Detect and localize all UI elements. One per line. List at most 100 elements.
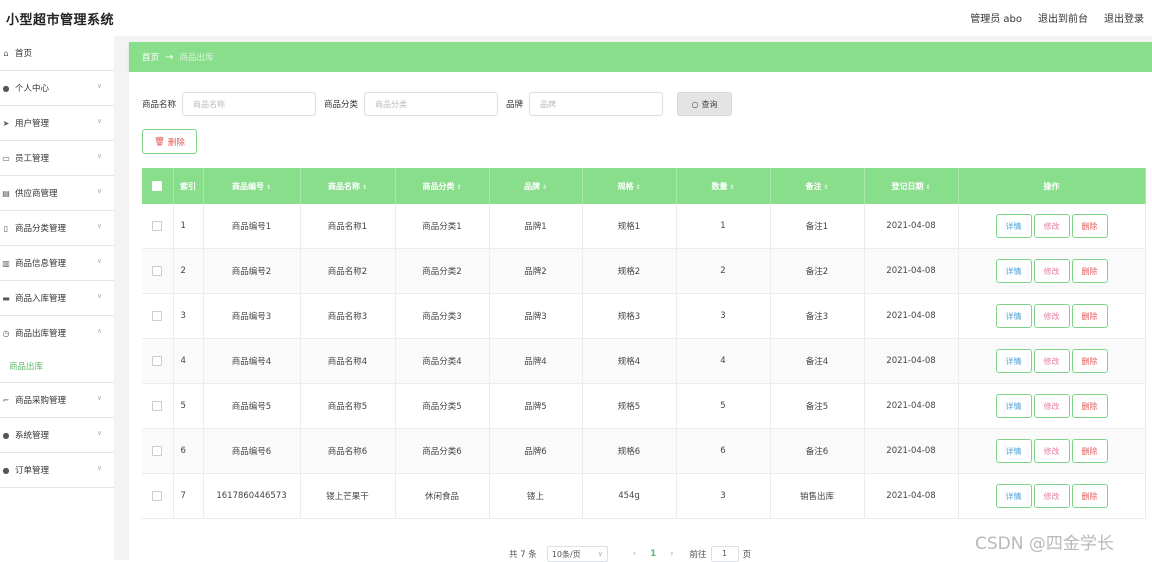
edit-button[interactable]: 修改	[1033, 304, 1070, 328]
search-button[interactable]: ○ 查询	[677, 92, 733, 116]
row-checkbox[interactable]	[152, 310, 163, 321]
row-checkbox[interactable]	[152, 355, 163, 366]
detail-button[interactable]: 详情	[995, 439, 1032, 463]
sidebar-item-suppliers[interactable]: ▤ 供应商管理 ∨	[0, 176, 114, 211]
sidebar-item-label: 系统管理	[15, 431, 50, 441]
row-select-cell[interactable]	[142, 248, 174, 294]
sort-icon[interactable]: ⇕	[266, 184, 271, 191]
sidebar-item-label: 员工管理	[15, 154, 50, 164]
column-header[interactable]: 商品名称 ⇕	[300, 168, 396, 204]
sidebar-item-profile[interactable]: ● 个人中心 ∨	[0, 71, 114, 106]
table-cell: 商品分类5	[395, 383, 490, 429]
suitcase-icon: ▤	[2, 188, 10, 198]
sort-icon[interactable]: ⇕	[925, 184, 930, 191]
sidebar-item-product-info[interactable]: ▥ 商品信息管理 ∨	[0, 246, 114, 281]
table-cell: 商品编号5	[203, 383, 301, 429]
column-header[interactable]: 品牌 ⇕	[489, 168, 583, 204]
row-select-cell[interactable]	[142, 428, 174, 474]
edit-button[interactable]: 修改	[1033, 259, 1070, 283]
row-select-cell[interactable]	[142, 338, 174, 384]
prev-page-button[interactable]: ‹	[633, 549, 636, 559]
sidebar-item-stock-out[interactable]: ◷ 商品出库管理 ∧	[0, 316, 114, 350]
category-input[interactable]	[373, 98, 490, 110]
back-to-front-link[interactable]: 退出到前台	[1038, 10, 1088, 25]
delete-button[interactable]: 删除	[1071, 214, 1108, 238]
edit-button[interactable]: 修改	[1033, 394, 1070, 418]
sidebar-item-categories[interactable]: ▯ 商品分类管理 ∨	[0, 211, 114, 246]
sidebar-item-users[interactable]: ➤ 用户管理 ∨	[0, 106, 114, 141]
row-actions: 详情 修改 删除	[958, 383, 1146, 429]
row-actions: 详情 修改 删除	[958, 293, 1146, 339]
bulk-delete-button[interactable]: 🗑 删除	[142, 129, 197, 154]
table-cell: 3	[173, 293, 204, 339]
row-select-cell[interactable]	[142, 473, 174, 519]
sidebar-subitem-stock-out[interactable]: 商品出库	[0, 350, 114, 383]
column-header[interactable]: 规格 ⇕	[582, 168, 677, 204]
detail-button[interactable]: 详情	[995, 304, 1032, 328]
edit-button[interactable]: 修改	[1033, 214, 1070, 238]
table-cell: 2021-04-08	[864, 338, 959, 384]
sort-icon[interactable]: ⇕	[729, 184, 734, 191]
sort-icon[interactable]: ⇕	[456, 184, 461, 191]
column-header[interactable]: 数量 ⇕	[676, 168, 771, 204]
table-cell: 商品编号6	[203, 428, 301, 474]
product-name-input[interactable]	[191, 98, 308, 110]
column-header[interactable]: 备注 ⇕	[770, 168, 865, 204]
sidebar-item-staff[interactable]: ▭ 员工管理 ∨	[0, 141, 114, 176]
delete-button[interactable]: 删除	[1071, 304, 1108, 328]
breadcrumb-home[interactable]: 首页	[142, 51, 159, 63]
column-header[interactable]: 商品分类 ⇕	[395, 168, 490, 204]
detail-button[interactable]: 详情	[995, 484, 1032, 508]
row-checkbox[interactable]	[152, 220, 163, 231]
column-header[interactable]: 商品编号 ⇕	[203, 168, 301, 204]
delete-button[interactable]: 删除	[1071, 484, 1108, 508]
table-cell: 7	[173, 473, 204, 519]
edit-button[interactable]: 修改	[1033, 439, 1070, 463]
row-select-cell[interactable]	[142, 293, 174, 339]
sidebar-item-purchase[interactable]: ⌐ 商品采购管理 ∨	[0, 383, 114, 418]
table-cell: 1	[676, 204, 771, 249]
row-checkbox[interactable]	[152, 445, 163, 456]
detail-button[interactable]: 详情	[995, 259, 1032, 283]
detail-button[interactable]: 详情	[995, 349, 1032, 373]
stock-out-table: 索引 商品编号 ⇕ 商品名称 ⇕ 商品分类 ⇕ 品牌 ⇕ 规格 ⇕ 数量 ⇕ 备注 ⇕ 登记日…	[142, 168, 1146, 519]
row-actions: 详情 修改 删除	[958, 248, 1146, 294]
sidebar-item-home[interactable]: ⌂ 首页	[0, 36, 114, 71]
delete-button[interactable]: 删除	[1071, 394, 1108, 418]
delete-button[interactable]: 删除	[1071, 349, 1108, 373]
row-checkbox[interactable]	[152, 490, 163, 501]
table-cell: 商品名称3	[300, 293, 396, 339]
delete-button[interactable]: 删除	[1071, 259, 1108, 283]
row-checkbox[interactable]	[152, 400, 163, 411]
row-select-cell[interactable]	[142, 204, 174, 249]
column-header[interactable]: 登记日期 ⇕	[864, 168, 959, 204]
next-page-button[interactable]: ›	[670, 549, 673, 559]
table-cell: 4	[173, 338, 204, 384]
chevron-down-icon: ∨	[96, 394, 102, 402]
row-checkbox[interactable]	[152, 265, 163, 276]
sort-icon[interactable]: ⇕	[635, 184, 640, 191]
row-select-cell[interactable]	[142, 383, 174, 429]
table-cell: 2021-04-08	[864, 293, 959, 339]
logout-link[interactable]: 退出登录	[1104, 10, 1144, 25]
edit-button[interactable]: 修改	[1033, 484, 1070, 508]
sidebar-item-label: 商品采购管理	[15, 396, 67, 406]
sort-icon[interactable]: ⇕	[542, 184, 547, 191]
table-row: 1 商品编号1 商品名称1 商品分类1 品牌1 规格1 1 备注1 2021-04-08 详情 修改…	[142, 204, 1146, 249]
sidebar-item-stock-in[interactable]: ▬ 商品入库管理 ∨	[0, 281, 114, 316]
sort-icon[interactable]: ⇕	[823, 184, 828, 191]
edit-button[interactable]: 修改	[1033, 349, 1070, 373]
delete-button[interactable]: 删除	[1071, 439, 1108, 463]
detail-button[interactable]: 详情	[995, 214, 1032, 238]
current-page[interactable]: 1	[650, 549, 656, 559]
document-icon: ▯	[3, 223, 9, 233]
select-all-cell[interactable]	[142, 168, 174, 204]
table-cell: 商品编号4	[203, 338, 301, 384]
sidebar-item-orders[interactable]: ● 订单管理 ∨	[0, 453, 114, 488]
brand-label: 品牌	[506, 100, 524, 110]
select-all-checkbox[interactable]	[152, 181, 163, 191]
detail-button[interactable]: 详情	[995, 394, 1032, 418]
sort-icon[interactable]: ⇕	[362, 184, 367, 191]
sidebar-item-system[interactable]: ● 系统管理 ∨	[0, 418, 114, 453]
brand-input[interactable]	[538, 98, 655, 110]
